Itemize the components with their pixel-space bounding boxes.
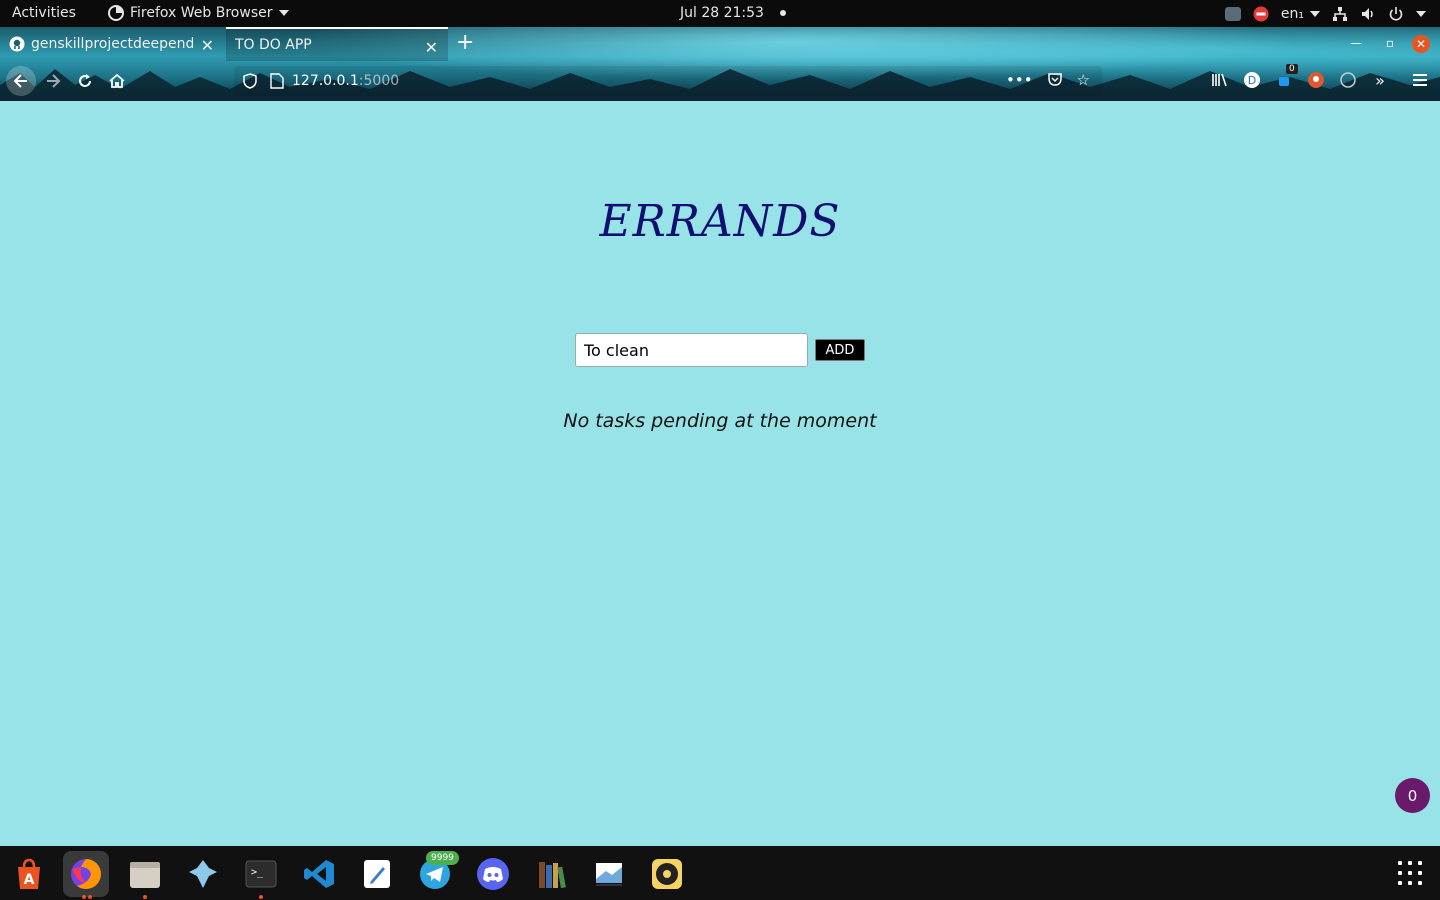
game-controller-icon[interactable] [180,851,226,897]
arrow-right-icon [47,74,61,88]
duckduckgo-icon[interactable] [1306,70,1326,90]
terminal-icon[interactable]: >_ [238,851,284,899]
reload-button[interactable] [73,69,97,93]
page-actions-icon[interactable]: ••• [1006,71,1033,91]
telegram-badge: 9999 [426,851,459,865]
running-indicator [82,895,86,899]
bookmark-star-icon[interactable]: ☆ [1077,71,1090,91]
task-input[interactable] [575,333,808,367]
app-menu-label: Firefox Web Browser [130,5,273,21]
tab-strip: genskillprojectdeependu ✕ TO DO APP ✕ + … [0,27,1440,61]
minimize-icon[interactable]: — [1350,36,1362,50]
arrow-left-icon [13,74,27,88]
forward-button[interactable] [41,69,65,93]
clock[interactable]: Jul 28 21:53 [680,5,786,21]
extension-badge-count: 0 [1286,64,1298,74]
rhythmbox-icon[interactable] [644,851,690,897]
svg-text:A: A [24,872,35,888]
app-menu[interactable]: Firefox Web Browser [108,5,289,21]
system-tray[interactable]: en₁ [1224,4,1426,23]
running-indicator [143,895,147,899]
page-title: ERRANDS [599,196,841,247]
text-editor-icon[interactable] [354,851,400,897]
url-host: 127.0.0.1 [292,73,359,89]
power-icon[interactable] [1388,6,1404,22]
close-icon[interactable]: ✕ [201,36,214,55]
chevron-down-icon[interactable] [1416,10,1426,17]
tracking-shield-icon[interactable] [242,73,258,89]
system-top-bar: Activities Firefox Web Browser Jul 28 21… [0,0,1440,27]
add-button[interactable]: ADD [815,339,865,361]
chevron-down-icon [1310,10,1320,17]
maximize-icon[interactable]: ▫ [1386,36,1394,50]
vscode-icon[interactable] [296,851,342,897]
svg-text:>_: >_ [251,867,264,878]
running-indicator [88,895,92,899]
navigation-toolbar: 127.0.0.1:5000 ••• ☆ D 0 » [0,61,1440,101]
back-button[interactable] [6,66,36,96]
empty-tasks-message: No tasks pending at the moment [563,410,877,432]
dock: A >_ 9999 [0,846,1440,900]
window-close-icon[interactable]: ✕ [1412,35,1430,53]
library-icon[interactable] [1210,70,1230,90]
language-label: en₁ [1280,5,1304,22]
screenshot-tool-icon[interactable] [586,851,632,897]
home-button[interactable] [105,69,129,93]
extension-d-icon[interactable]: D [1242,70,1262,90]
activities-button[interactable]: Activities [12,5,76,21]
reload-icon [79,74,91,87]
running-indicator [259,895,263,899]
github-icon [9,36,25,52]
network-icon[interactable] [1332,6,1348,22]
home-icon [109,73,125,88]
chevron-down-icon [278,10,289,16]
calibre-icon[interactable] [528,851,574,897]
page-icon[interactable] [270,73,284,89]
tab-title: TO DO APP [235,37,312,53]
close-icon[interactable]: ✕ [425,38,438,57]
page-content: ERRANDS ADD No tasks pending at the mome… [0,101,1440,846]
firefox-small-icon [108,5,124,21]
do-not-disturb-icon[interactable] [1253,6,1269,22]
show-applications-icon[interactable] [1398,861,1422,885]
pocket-icon[interactable] [1047,71,1063,91]
tab-title: genskillprojectdeependu [31,36,193,52]
tab-github[interactable]: genskillprojectdeependu ✕ [0,27,224,61]
counter-badge[interactable]: 0 [1395,778,1430,813]
new-tab-button[interactable]: + [456,32,474,54]
ubuntu-software-icon[interactable]: A [6,851,52,897]
indicator-app-icon[interactable] [1224,6,1241,22]
url-bar[interactable]: 127.0.0.1:5000 ••• ☆ [234,66,1102,96]
url-text[interactable]: 127.0.0.1:5000 [292,73,399,89]
overflow-menu-icon[interactable]: » [1370,70,1390,90]
discord-icon[interactable] [470,851,516,897]
notification-dot-icon [779,10,786,16]
tab-todo-app[interactable]: TO DO APP ✕ [226,27,448,61]
volume-icon[interactable] [1360,6,1376,22]
svg-text:D: D [1248,74,1256,87]
url-actions: ••• ☆ [1006,71,1090,91]
extension-badge-icon[interactable]: 0 [1274,64,1298,90]
hamburger-menu-icon[interactable] [1410,70,1430,90]
firefox-icon[interactable] [63,851,109,899]
browser-chrome: genskillprojectdeependu ✕ TO DO APP ✕ + … [0,27,1440,101]
url-port: :5000 [358,73,400,89]
files-icon[interactable] [122,851,168,899]
clock-label: Jul 28 21:53 [680,5,764,21]
language-indicator[interactable]: en₁ [1281,6,1320,22]
extension-circle-icon[interactable] [1338,70,1358,90]
